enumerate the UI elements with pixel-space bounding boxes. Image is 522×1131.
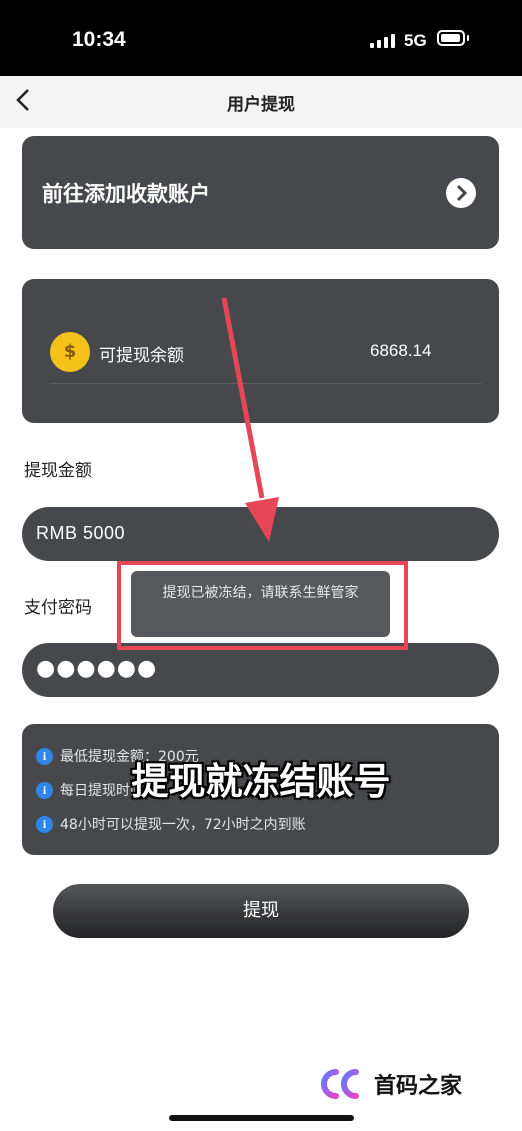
home-indicator	[169, 1115, 354, 1121]
watermark-logo-icon	[321, 1069, 359, 1099]
annotation-arrow-icon	[221, 297, 279, 542]
overlay-caption: 提现就冻结账号	[131, 760, 391, 803]
watermark-text: 首码之家	[374, 1074, 463, 1099]
watermark: 首码之家	[316, 1066, 462, 1102]
